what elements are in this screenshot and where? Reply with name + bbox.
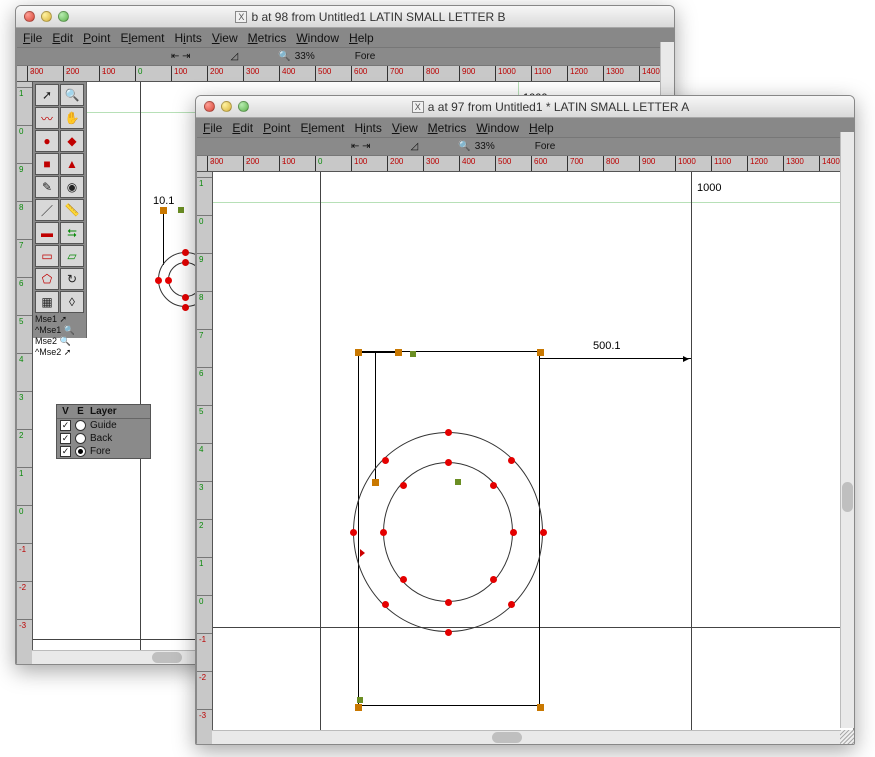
menu-element[interactable]: Element [300, 121, 344, 135]
info-layer[interactable]: Fore [535, 141, 556, 152]
menu-window[interactable]: Window [476, 121, 519, 135]
layer-label: Guide [90, 420, 117, 431]
x11-icon: X [235, 11, 247, 23]
menu-file[interactable]: File [23, 31, 42, 45]
close-icon[interactable] [24, 11, 35, 22]
layer-label: Back [90, 433, 112, 444]
tool-magnify[interactable]: 🔍 [60, 84, 84, 106]
menu-help[interactable]: Help [529, 121, 554, 135]
layer-visible-checkbox[interactable]: ✓ [60, 446, 71, 457]
titlebar-front[interactable]: X a at 97 from Untitled1 * LATIN SMALL L… [196, 96, 854, 118]
window-title-front: X a at 97 from Untitled1 * LATIN SMALL L… [255, 100, 846, 114]
scrollbar-horizontal-front[interactable] [212, 730, 840, 744]
menu-point[interactable]: Point [83, 31, 110, 45]
canvas-front[interactable]: 1000 500.1 [213, 172, 853, 745]
scrollbar-vertical-front[interactable] [840, 132, 854, 728]
info-arrows: ⇤ ⇥ [171, 51, 191, 62]
measurement-front: 500.1 [593, 340, 621, 352]
tool-add-curve[interactable]: ● [35, 130, 59, 152]
window-title-back: X b at 98 from Untitled1 LATIN SMALL LET… [75, 10, 666, 24]
window-title-text: a at 97 from Untitled1 * LATIN SMALL LET… [428, 100, 689, 114]
tool-add-tangent[interactable]: ▲ [60, 153, 84, 175]
resize-handle-front[interactable] [840, 730, 854, 744]
ruler-vertical-back[interactable]: 109876543210-1-2-3 [17, 82, 33, 665]
tool-freehand[interactable]: 〰 [35, 107, 59, 129]
menu-metrics[interactable]: Metrics [248, 31, 287, 45]
glyph-editor-window-a: X a at 97 from Untitled1 * LATIN SMALL L… [195, 95, 855, 745]
layer-row-fore[interactable]: ✓ Fore [57, 445, 150, 458]
ruler-horizontal-front[interactable]: -300-200-1000100200300400500600700800900… [197, 156, 853, 172]
tool-spiro[interactable]: ◉ [60, 176, 84, 198]
window-title-text: b at 98 from Untitled1 LATIN SMALL LETTE… [251, 10, 505, 24]
tool-ruler[interactable]: 📏 [60, 199, 84, 221]
layer-label: Fore [90, 446, 111, 457]
menu-metrics[interactable]: Metrics [428, 121, 467, 135]
layer-row-back[interactable]: ✓ Back [57, 432, 150, 445]
info-arrows: ⇤ ⇥ [351, 141, 371, 152]
minimize-icon[interactable] [221, 101, 232, 112]
menu-view[interactable]: View [392, 121, 418, 135]
minimize-icon[interactable] [41, 11, 52, 22]
menu-element[interactable]: Element [120, 31, 164, 45]
infobar-back: ⇤ ⇥ ◿ 🔍 33% Fore [17, 48, 673, 66]
tool-pointer[interactable]: ➚ [35, 84, 59, 106]
tool-rotate[interactable]: ↻ [60, 268, 84, 290]
menubar-front[interactable]: File Edit Point Element Hints View Metri… [197, 119, 853, 138]
layers-panel[interactable]: V E Layer ✓ Guide ✓ Back ✓ Fore [56, 404, 151, 459]
tool-3d[interactable]: ▦ [35, 291, 59, 313]
measurement-arrow [540, 358, 691, 359]
tool-add-corner[interactable]: ■ [35, 153, 59, 175]
menu-edit[interactable]: Edit [232, 121, 253, 135]
layer-edit-radio[interactable] [75, 446, 86, 457]
tool-palette: ➚ 🔍 〰 ✋ ● ◆ ■ ▲ ✎ ◉ ／ 📏 ▬ ⮀ ▭ ▱ ⬠ [33, 82, 87, 338]
close-icon[interactable] [204, 101, 215, 112]
tool-hand[interactable]: ✋ [60, 107, 84, 129]
titlebar-back[interactable]: X b at 98 from Untitled1 LATIN SMALL LET… [16, 6, 674, 28]
tool-skew[interactable]: ▱ [60, 245, 84, 267]
tool-knife[interactable]: ／ [35, 199, 59, 221]
layer-visible-checkbox[interactable]: ✓ [60, 433, 71, 444]
menubar-back[interactable]: File Edit Point Element Hints View Metri… [17, 29, 673, 48]
menu-help[interactable]: Help [349, 31, 374, 45]
tool-add-hv[interactable]: ◆ [60, 130, 84, 152]
layer-edit-radio[interactable] [75, 420, 86, 431]
traffic-lights [204, 101, 249, 112]
zoom-icon[interactable] [58, 11, 69, 22]
tool-flip[interactable]: ⮀ [60, 222, 84, 244]
zoom-icon[interactable] [238, 101, 249, 112]
tool-perspective[interactable]: ◊ [60, 291, 84, 313]
tool-rect[interactable]: ▭ [35, 245, 59, 267]
tool-pen[interactable]: ✎ [35, 176, 59, 198]
infobar-front: ⇤ ⇥ ◿ 🔍 33% Fore [197, 138, 853, 156]
menu-window[interactable]: Window [296, 31, 339, 45]
tool-poly[interactable]: ⬠ [35, 268, 59, 290]
menu-hints[interactable]: Hints [354, 121, 381, 135]
menu-hints[interactable]: Hints [174, 31, 201, 45]
zoom-value: 33% [475, 141, 495, 152]
glyph-stroke [375, 352, 376, 482]
x11-icon: X [412, 101, 424, 113]
tool-mouse-info: Mse1 ➚ ^Mse1 🔍 Mse2 🔍 ^Mse2 ➚ [35, 314, 84, 336]
layer-row-guide[interactable]: ✓ Guide [57, 419, 150, 432]
info-angle: ◿ [231, 51, 239, 62]
ruler-vertical-front[interactable]: 109876543210-1-2-3 [197, 172, 213, 745]
info-zoom: 🔍 33% [458, 141, 494, 152]
ruler-horizontal-back[interactable]: -300-200-1000100200300400500600700800900… [17, 66, 673, 82]
menu-file[interactable]: File [203, 121, 222, 135]
tool-rect-filled[interactable]: ▬ [35, 222, 59, 244]
zoom-value: 33% [295, 51, 315, 62]
info-angle: ◿ [411, 141, 419, 152]
traffic-lights [24, 11, 69, 22]
layer-visible-checkbox[interactable]: ✓ [60, 420, 71, 431]
info-zoom: 🔍 33% [278, 51, 314, 62]
info-layer[interactable]: Fore [355, 51, 376, 62]
menu-edit[interactable]: Edit [52, 31, 73, 45]
layers-header: V E Layer [57, 405, 150, 419]
menu-point[interactable]: Point [263, 121, 290, 135]
layer-edit-radio[interactable] [75, 433, 86, 444]
measurement-back: 10.1 [153, 195, 174, 207]
width-label-front: 1000 [697, 182, 721, 194]
menu-view[interactable]: View [212, 31, 238, 45]
